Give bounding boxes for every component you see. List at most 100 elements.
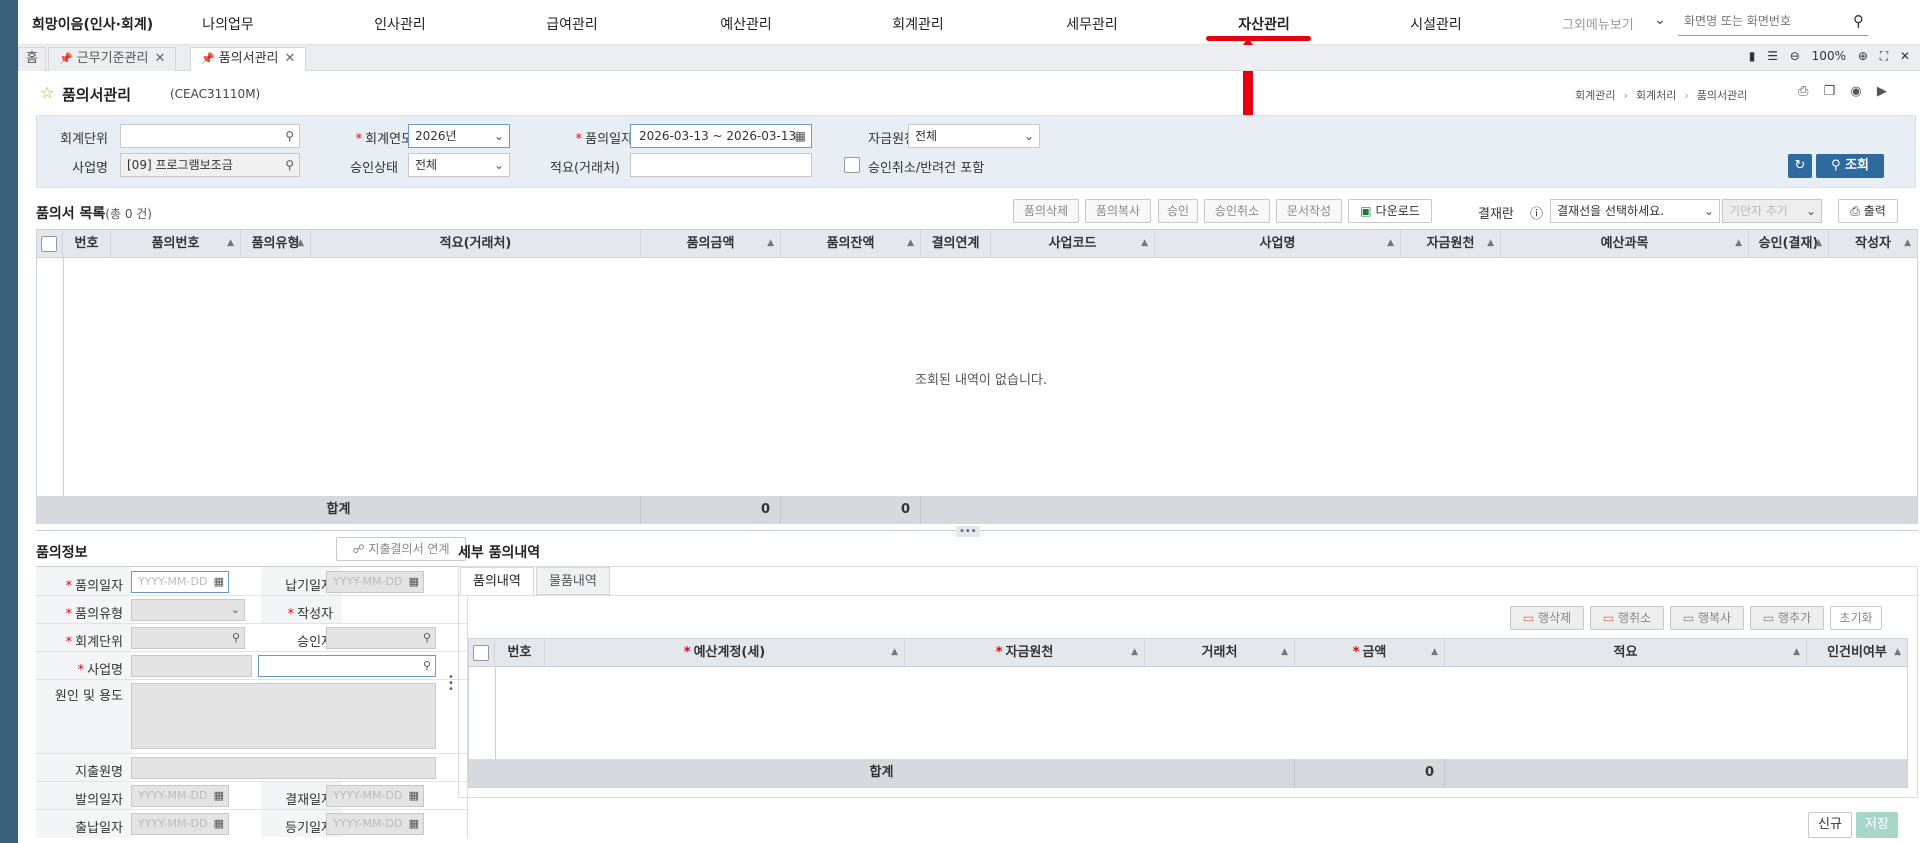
copy-request-button[interactable]: 품의복사 [1085, 199, 1151, 223]
project-name-field[interactable]: ⚲ [258, 655, 436, 677]
select-all-checkbox[interactable] [41, 236, 57, 252]
detail-col-client[interactable]: 거래처 ▲ [1145, 639, 1295, 667]
fiscal-year-select[interactable]: 2026년 ⌄ [408, 124, 510, 148]
summary-input[interactable] [630, 153, 812, 177]
col-approval[interactable]: 승인(결재) ▲ [1749, 230, 1829, 258]
menu-assets[interactable]: 자산관리 [1238, 14, 1290, 34]
close-all-icon[interactable]: ✕ [1900, 49, 1910, 63]
detail-col-labor-cost[interactable]: 인건비여부 ▲ [1807, 639, 1907, 667]
cancel-approval-button[interactable]: 승인취소 [1204, 199, 1270, 223]
issue-date-field[interactable]: YYYY-MM-DD ▦ [131, 785, 229, 807]
request-date-field[interactable]: YYYY-MM-DD ▦ [131, 571, 229, 593]
calendar-icon[interactable]: ▦ [214, 572, 224, 592]
col-request-balance[interactable]: 품의잔액 ▲ [781, 230, 921, 258]
menu-budget[interactable]: 예산관리 [720, 14, 772, 34]
search-icon[interactable]: ⚲ [232, 628, 240, 648]
save-button[interactable]: 저장 [1856, 812, 1898, 838]
due-date-field[interactable]: YYYY-MM-DD ▦ [326, 571, 424, 593]
approval-line-select[interactable]: 결재선을 선택하세요. ⌄ [1550, 199, 1720, 223]
menu-accounting[interactable]: 회계관리 [892, 14, 944, 34]
detail-col-no[interactable]: 번호 [495, 639, 545, 667]
help-circle-icon[interactable]: ⓘ [1530, 203, 1543, 222]
zoom-out-icon[interactable]: ⊖ [1790, 49, 1800, 63]
menu-hr[interactable]: 인사관리 [374, 14, 426, 34]
chevron-down-icon[interactable]: ⌄ [1654, 12, 1666, 28]
create-document-button[interactable]: 문서작성 [1276, 199, 1342, 223]
project-field[interactable]: [09] 프로그램보조금 ⚲ [120, 153, 300, 177]
delete-row-button[interactable]: ▭ 행삭제 [1510, 606, 1584, 630]
calendar-icon[interactable]: ▦ [795, 125, 806, 147]
print-icon[interactable]: ⎙ [1798, 84, 1808, 99]
menu-facilities[interactable]: 시설관리 [1410, 14, 1462, 34]
calendar-icon[interactable]: ▦ [409, 786, 419, 806]
menu-payroll[interactable]: 급여관리 [546, 14, 598, 34]
refresh-button[interactable]: ↻ [1788, 154, 1812, 178]
settle-date-field[interactable]: YYYY-MM-DD ▦ [326, 785, 424, 807]
menu-tax[interactable]: 세무관리 [1066, 14, 1118, 34]
register-date-field[interactable]: YYYY-MM-DD ▦ [326, 813, 424, 835]
copy-row-button[interactable]: ▭ 행복사 [1670, 606, 1744, 630]
search-button[interactable]: ⚲ 조회 [1816, 154, 1884, 178]
tab-goods-detail[interactable]: 물품내역 [536, 567, 610, 595]
breadcrumb-item[interactable]: 회계관리 [1575, 89, 1615, 102]
search-icon[interactable]: ⚲ [285, 154, 294, 176]
calendar-icon[interactable]: ▦ [214, 814, 224, 834]
splitter-handle-icon[interactable]: ••• [956, 526, 980, 537]
delete-request-button[interactable]: 품의삭제 [1013, 199, 1079, 223]
list-icon[interactable]: ☰ [1767, 49, 1778, 63]
project-code-field[interactable] [131, 655, 252, 677]
search-icon[interactable]: ⚲ [423, 628, 431, 648]
calendar-icon[interactable]: ▦ [409, 572, 419, 592]
calendar-icon[interactable]: ▦ [214, 786, 224, 806]
tab-request-management[interactable]: 📌 품의서관리 ✕ [190, 47, 307, 71]
col-project-name[interactable]: 사업명 ▲ [1155, 230, 1401, 258]
fund-source-select[interactable]: 전체 ⌄ [908, 124, 1040, 148]
download-button[interactable]: ▣ 다운로드 [1348, 199, 1432, 223]
approver-field[interactable]: ⚲ [326, 627, 436, 649]
approve-button[interactable]: 승인 [1158, 199, 1198, 223]
col-no[interactable]: 번호 [63, 230, 111, 258]
help-icon[interactable]: ▶ [1877, 84, 1887, 99]
cancel-row-button[interactable]: ▭ 행취소 [1590, 606, 1664, 630]
col-request-no[interactable]: 품의번호 ▲ [111, 230, 241, 258]
col-budget-item[interactable]: 예산과목 ▲ [1501, 230, 1749, 258]
col-request-amount[interactable]: 품의금액 ▲ [641, 230, 781, 258]
zoom-in-icon[interactable]: ⊕ [1858, 49, 1868, 63]
payment-date-field[interactable]: YYYY-MM-DD ▦ [131, 813, 229, 835]
col-writer[interactable]: 작성자 ▲ [1829, 230, 1917, 258]
reset-button[interactable]: 초기화 [1830, 606, 1882, 630]
tab-work-standard[interactable]: 📌 근무기준관리 ✕ [48, 47, 177, 71]
fullscreen-icon[interactable]: ⛶ [1880, 49, 1888, 63]
approval-status-select[interactable]: 전체 ⌄ [408, 153, 510, 177]
vertical-splitter-icon[interactable]: • • • [448, 673, 454, 695]
add-proposer-select[interactable]: 기안자 추가 ⌄ [1722, 199, 1822, 223]
add-row-button[interactable]: ▭ 행추가 [1750, 606, 1824, 630]
bookmark-icon[interactable]: ▮ [1749, 49, 1756, 63]
copy-icon[interactable]: ❐ [1824, 84, 1836, 99]
acct-unit-field[interactable]: ⚲ [120, 124, 300, 148]
close-icon[interactable]: ✕ [154, 51, 165, 66]
calendar-icon[interactable]: ▦ [409, 814, 419, 834]
print-button[interactable]: ⎙ 출력 [1838, 199, 1898, 223]
search-icon[interactable]: ⚲ [285, 125, 294, 147]
col-summary[interactable]: 적요(거래처) [311, 230, 641, 258]
col-project-code[interactable]: 사업코드 ▲ [991, 230, 1155, 258]
detail-select-all-checkbox[interactable] [473, 645, 489, 661]
col-fund-source[interactable]: 자금원천 ▲ [1401, 230, 1501, 258]
favorite-star-icon[interactable]: ☆ [40, 83, 54, 102]
search-icon[interactable]: ⚲ [423, 656, 431, 676]
acct-unit-field[interactable]: ⚲ [131, 627, 245, 649]
link-expense-button[interactable]: ☍ 지출결의서 연계 [336, 537, 466, 561]
detail-col-budget-account[interactable]: * 예산계정(세) ▲ [545, 639, 905, 667]
new-button[interactable]: 신규 [1808, 812, 1852, 838]
payee-field[interactable] [131, 757, 436, 779]
tab-request-detail[interactable]: 품의내역 [460, 567, 534, 595]
include-cancel-checkbox[interactable] [844, 157, 860, 173]
col-request-type[interactable]: 품의유형 ▲ [241, 230, 311, 258]
camera-icon[interactable]: ◉ [1850, 84, 1861, 99]
detail-col-amount[interactable]: * 금액 ▲ [1295, 639, 1445, 667]
detail-col-fund-source[interactable]: * 자금원천 ▲ [905, 639, 1145, 667]
request-date-range[interactable]: 2026-03-13 ~ 2026-03-13 ▦ [630, 124, 812, 148]
request-type-select[interactable]: ⌄ [131, 599, 245, 621]
other-menu-link[interactable]: 그외메뉴보기 [1562, 14, 1634, 33]
